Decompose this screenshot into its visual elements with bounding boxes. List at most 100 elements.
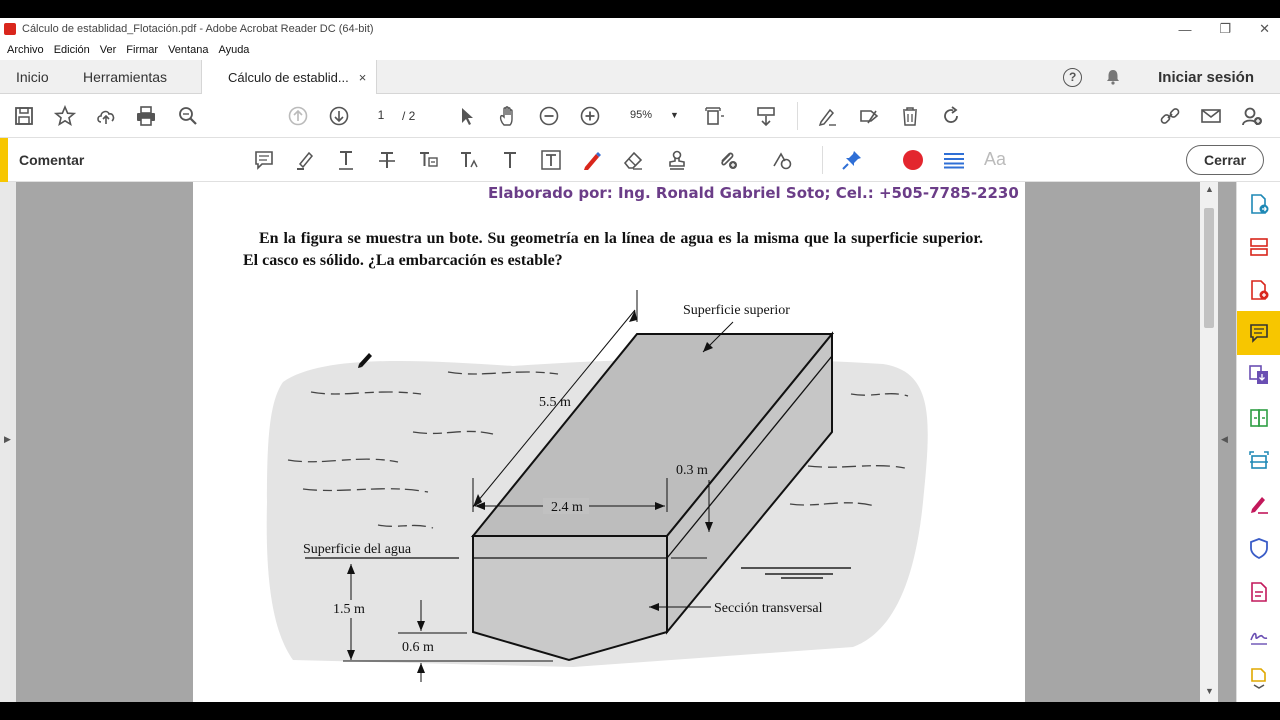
- color-picker-icon[interactable]: [901, 148, 925, 172]
- zoom-in-icon[interactable]: [578, 104, 602, 128]
- pencil-draw-icon[interactable]: [580, 148, 604, 172]
- rotate-icon[interactable]: [939, 104, 963, 128]
- scroll-mode-icon[interactable]: [754, 104, 778, 128]
- trash-icon[interactable]: [898, 104, 922, 128]
- minimize-button[interactable]: —: [1178, 22, 1191, 37]
- pin-icon[interactable]: [840, 148, 864, 172]
- text-box-icon[interactable]: [539, 148, 563, 172]
- add-text-icon[interactable]: [498, 148, 522, 172]
- right-tools-panel: [1236, 182, 1280, 702]
- comment-label: Comentar: [19, 152, 85, 168]
- author-line: Elaborado por: Ing. Ronald Gabriel Soto;…: [488, 184, 1019, 202]
- length-label: 5.5 m: [539, 395, 571, 410]
- page-total: / 2: [402, 109, 416, 123]
- star-icon[interactable]: [53, 104, 77, 128]
- pdf-page: Elaborado por: Ing. Ronald Gabriel Soto;…: [193, 182, 1025, 702]
- page-number-input[interactable]: 1: [362, 103, 400, 127]
- screen-bottom-bar: [0, 702, 1280, 720]
- mail-icon[interactable]: [1199, 104, 1223, 128]
- eraser-icon[interactable]: [621, 148, 645, 172]
- sign-pen-icon[interactable]: [815, 104, 839, 128]
- export-pdf-icon[interactable]: [1247, 192, 1271, 216]
- zoom-value: 95%: [630, 109, 653, 121]
- fill-sign-icon[interactable]: [857, 104, 881, 128]
- cloud-upload-icon[interactable]: [94, 104, 118, 128]
- compress-pdf-icon[interactable]: [1247, 406, 1271, 430]
- close-comment-button[interactable]: Cerrar: [1186, 145, 1264, 175]
- menu-ayuda[interactable]: Ayuda: [218, 44, 249, 56]
- insert-text-icon[interactable]: [457, 148, 481, 172]
- menu-archivo[interactable]: Archivo: [7, 44, 44, 56]
- collapse-right-panel-icon[interactable]: ◀: [1221, 434, 1228, 445]
- highlight-icon[interactable]: [293, 148, 317, 172]
- tab-herramientas[interactable]: Herramientas: [83, 60, 167, 94]
- page-up-icon[interactable]: [286, 104, 310, 128]
- create-pdf-icon[interactable]: [1247, 278, 1271, 302]
- signature-icon[interactable]: [1247, 623, 1271, 647]
- scan-ocr-icon[interactable]: [1247, 449, 1271, 473]
- main-toolbar: 1 / 2 95% ▼: [0, 94, 1280, 138]
- zoom-out-icon[interactable]: [537, 104, 561, 128]
- scroll-up-icon[interactable]: ▲: [1205, 184, 1214, 194]
- pdf-document-icon[interactable]: [1247, 580, 1271, 604]
- zoom-select[interactable]: 95% ▼: [620, 103, 682, 127]
- comment-accent: [0, 138, 8, 182]
- stamp-icon[interactable]: [666, 148, 690, 172]
- bell-icon[interactable]: [1104, 68, 1122, 86]
- vertical-scrollbar[interactable]: ▲ ▼: [1200, 182, 1218, 702]
- fill-and-sign-icon[interactable]: [1247, 492, 1271, 516]
- print-icon[interactable]: [134, 104, 158, 128]
- tab-document[interactable]: Cálculo de establid... ×: [201, 60, 378, 95]
- line-weight-icon[interactable]: [942, 148, 966, 172]
- scroll-down-icon[interactable]: ▼: [1205, 686, 1214, 696]
- close-tab-icon[interactable]: ×: [359, 70, 367, 85]
- underline-text-icon[interactable]: [334, 148, 358, 172]
- help-icon[interactable]: ?: [1063, 67, 1083, 87]
- close-window-button[interactable]: ✕: [1259, 21, 1270, 37]
- window-title: Cálculo de establidad_Flotación.pdf - Ad…: [22, 23, 374, 35]
- attach-file-icon[interactable]: [716, 148, 740, 172]
- chevron-down-icon: ▼: [670, 110, 679, 120]
- scroll-thumb[interactable]: [1204, 208, 1214, 328]
- acrobat-icon: [4, 23, 16, 35]
- tab-inicio[interactable]: Inicio: [16, 60, 49, 94]
- text-properties-icon[interactable]: Aa: [984, 149, 1006, 170]
- select-cursor-icon[interactable]: [455, 104, 479, 128]
- shapes-icon[interactable]: [770, 148, 794, 172]
- comment-tool-icon[interactable]: [1237, 311, 1280, 355]
- problem-text: En la figura se muestra un bote. Su geom…: [243, 230, 983, 269]
- top-surface-label: Superficie superior: [683, 303, 790, 318]
- freeboard-label: 0.3 m: [676, 463, 708, 478]
- share-link-icon[interactable]: [1158, 104, 1182, 128]
- menu-edicion[interactable]: Edición: [54, 44, 90, 56]
- sticky-note-icon[interactable]: [252, 148, 276, 172]
- page-down-icon[interactable]: [327, 104, 351, 128]
- combine-files-icon[interactable]: [1247, 363, 1271, 387]
- menu-firmar[interactable]: Firmar: [126, 44, 158, 56]
- menu-bar: Archivo Edición Ver Firmar Ventana Ayuda: [0, 40, 1280, 60]
- signin-button[interactable]: Iniciar sesión: [1158, 69, 1254, 86]
- zoom-search-icon[interactable]: [176, 104, 200, 128]
- menu-ver[interactable]: Ver: [100, 44, 117, 56]
- tab-document-label: Cálculo de establid...: [228, 70, 349, 85]
- replace-text-icon[interactable]: [416, 148, 440, 172]
- water-surface-label: Superficie del agua: [303, 542, 412, 557]
- comment-toolbar: Comentar Aa Cerrar: [0, 138, 1280, 182]
- strikethrough-icon[interactable]: [375, 148, 399, 172]
- left-panel-collapsed[interactable]: ▶: [0, 182, 16, 702]
- hand-tool-icon[interactable]: [496, 104, 520, 128]
- menu-ventana[interactable]: Ventana: [168, 44, 208, 56]
- protect-shield-icon[interactable]: [1247, 536, 1271, 560]
- save-icon[interactable]: [12, 104, 36, 128]
- depth-label: 1.5 m: [333, 602, 365, 617]
- boat-figure: 5.5 m 2.4 m 0.3 m Superficie superior Su…: [266, 290, 928, 682]
- expand-left-icon[interactable]: ▶: [4, 434, 11, 445]
- fit-page-icon[interactable]: [703, 104, 727, 128]
- keel-label: 0.6 m: [402, 640, 434, 655]
- screen-top-bar: [0, 0, 1280, 18]
- restore-button[interactable]: ❐: [1219, 21, 1231, 37]
- cross-section-label: Sección transversal: [714, 601, 823, 616]
- organize-pages-icon[interactable]: [1247, 235, 1271, 259]
- add-user-icon[interactable]: [1240, 104, 1264, 128]
- more-tools-icon[interactable]: [1247, 666, 1271, 690]
